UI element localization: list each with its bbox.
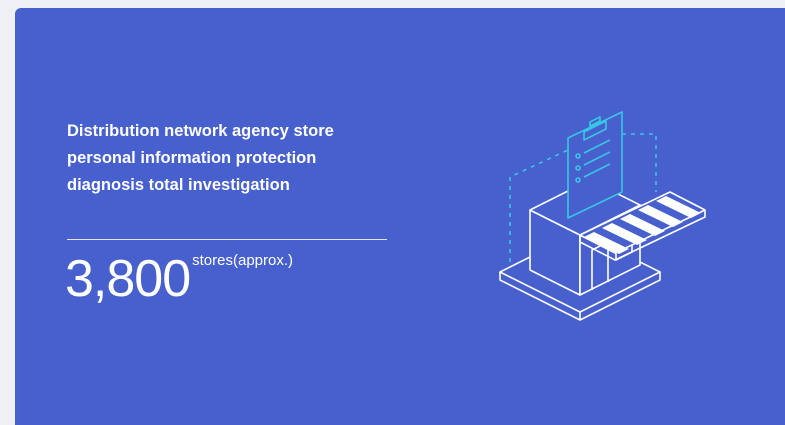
storefront-clipboard-icon	[480, 92, 720, 342]
stat-value: 3,800	[65, 250, 191, 308]
divider	[67, 239, 387, 240]
stat-unit: stores(approx.)	[192, 252, 294, 269]
card-description: Distribution network agency store person…	[67, 122, 334, 194]
stat-figure: 3,800 stores(approx.)	[65, 249, 294, 309]
